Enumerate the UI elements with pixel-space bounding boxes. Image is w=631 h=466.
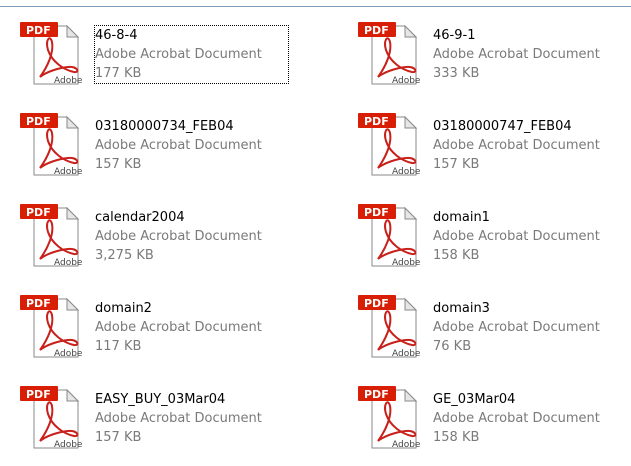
- file-type: Adobe Acrobat Document: [95, 320, 262, 335]
- file-type: Adobe Acrobat Document: [433, 320, 600, 335]
- svg-text:PDF: PDF: [26, 297, 51, 310]
- svg-text:Adobe: Adobe: [54, 349, 82, 359]
- file-name: 03180000747_FEB04: [433, 119, 572, 134]
- file-size: 157 KB: [433, 157, 480, 172]
- file-item[interactable]: PDF Adobe 46-8-4 Adobe Acrobat Document …: [0, 22, 300, 102]
- pdf-icon: PDF Adobe: [358, 295, 420, 359]
- file-info: calendar2004 Adobe Acrobat Document 3,27…: [95, 208, 300, 265]
- file-item[interactable]: PDF Adobe domain1 Adobe Acrobat Document…: [338, 204, 631, 284]
- svg-text:Adobe: Adobe: [392, 349, 420, 359]
- file-type: Adobe Acrobat Document: [433, 47, 600, 62]
- file-size: 157 KB: [95, 157, 142, 172]
- file-type: Adobe Acrobat Document: [433, 229, 600, 244]
- file-size: 333 KB: [433, 66, 480, 81]
- pdf-icon: PDF Adobe: [358, 22, 420, 86]
- svg-text:PDF: PDF: [364, 297, 389, 310]
- file-item[interactable]: PDF Adobe 03180000734_FEB04 Adobe Acroba…: [0, 113, 300, 193]
- file-size: 177 KB: [95, 66, 142, 81]
- file-info: domain1 Adobe Acrobat Document 158 KB: [433, 208, 631, 265]
- file-name: 03180000734_FEB04: [95, 119, 234, 134]
- svg-text:PDF: PDF: [26, 24, 51, 37]
- file-type: Adobe Acrobat Document: [95, 411, 262, 426]
- pdf-icon: PDF Adobe: [20, 386, 82, 450]
- file-name: domain3: [433, 301, 490, 316]
- pdf-icon: PDF Adobe: [20, 22, 82, 86]
- pdf-icon: PDF Adobe: [20, 113, 82, 177]
- svg-text:Adobe: Adobe: [392, 440, 420, 450]
- svg-text:Adobe: Adobe: [54, 440, 82, 450]
- svg-text:PDF: PDF: [364, 388, 389, 401]
- file-item[interactable]: PDF Adobe domain3 Adobe Acrobat Document…: [338, 295, 631, 375]
- file-type: Adobe Acrobat Document: [95, 229, 262, 244]
- svg-text:Adobe: Adobe: [54, 76, 82, 86]
- file-name: 46-9-1: [433, 28, 476, 43]
- file-name: EASY_BUY_03Mar04: [95, 392, 226, 407]
- svg-text:PDF: PDF: [26, 206, 51, 219]
- svg-text:PDF: PDF: [364, 115, 389, 128]
- svg-text:Adobe: Adobe: [392, 76, 420, 86]
- file-icon-view: PDF Adobe 46-8-4 Adobe Acrobat Document …: [0, 0, 631, 465]
- file-name: calendar2004: [95, 210, 185, 225]
- file-item[interactable]: PDF Adobe EASY_BUY_03Mar04 Adobe Acrobat…: [0, 386, 300, 466]
- pdf-icon: PDF Adobe: [358, 204, 420, 268]
- file-item[interactable]: PDF Adobe domain2 Adobe Acrobat Document…: [0, 295, 300, 375]
- file-name: GE_03Mar04: [433, 392, 516, 407]
- file-info: EASY_BUY_03Mar04 Adobe Acrobat Document …: [95, 390, 300, 447]
- file-info: domain3 Adobe Acrobat Document 76 KB: [433, 299, 631, 356]
- file-type: Adobe Acrobat Document: [95, 47, 262, 62]
- svg-text:Adobe: Adobe: [392, 258, 420, 268]
- file-size: 117 KB: [95, 339, 142, 354]
- file-info: 46-9-1 Adobe Acrobat Document 333 KB: [433, 26, 631, 83]
- file-name: domain2: [95, 301, 152, 316]
- file-name: 46-8-4: [95, 28, 138, 43]
- file-info: 46-8-4 Adobe Acrobat Document 177 KB: [94, 25, 289, 84]
- file-type: Adobe Acrobat Document: [95, 138, 262, 153]
- file-type: Adobe Acrobat Document: [433, 411, 600, 426]
- file-item[interactable]: PDF Adobe 46-9-1 Adobe Acrobat Document …: [338, 22, 631, 102]
- svg-text:PDF: PDF: [26, 115, 51, 128]
- file-name: domain1: [433, 210, 490, 225]
- file-item[interactable]: PDF Adobe 03180000747_FEB04 Adobe Acroba…: [338, 113, 631, 193]
- pdf-icon: PDF Adobe: [358, 113, 420, 177]
- svg-text:Adobe: Adobe: [54, 167, 82, 177]
- svg-text:PDF: PDF: [26, 388, 51, 401]
- svg-text:PDF: PDF: [364, 206, 389, 219]
- svg-text:PDF: PDF: [364, 24, 389, 37]
- file-size: 157 KB: [95, 430, 142, 445]
- svg-text:Adobe: Adobe: [392, 167, 420, 177]
- pdf-icon: PDF Adobe: [358, 386, 420, 450]
- file-size: 158 KB: [433, 248, 480, 263]
- file-info: 03180000747_FEB04 Adobe Acrobat Document…: [433, 117, 631, 174]
- file-item[interactable]: PDF Adobe calendar2004 Adobe Acrobat Doc…: [0, 204, 300, 284]
- file-info: 03180000734_FEB04 Adobe Acrobat Document…: [95, 117, 300, 174]
- file-size: 76 KB: [433, 339, 472, 354]
- pdf-icon: PDF Adobe: [20, 204, 82, 268]
- file-size: 3,275 KB: [95, 248, 154, 263]
- file-item[interactable]: PDF Adobe GE_03Mar04 Adobe Acrobat Docum…: [338, 386, 631, 466]
- file-info: GE_03Mar04 Adobe Acrobat Document 158 KB: [433, 390, 631, 447]
- file-info: domain2 Adobe Acrobat Document 117 KB: [95, 299, 300, 356]
- file-size: 158 KB: [433, 430, 480, 445]
- file-type: Adobe Acrobat Document: [433, 138, 600, 153]
- pdf-icon: PDF Adobe: [20, 295, 82, 359]
- svg-text:Adobe: Adobe: [54, 258, 82, 268]
